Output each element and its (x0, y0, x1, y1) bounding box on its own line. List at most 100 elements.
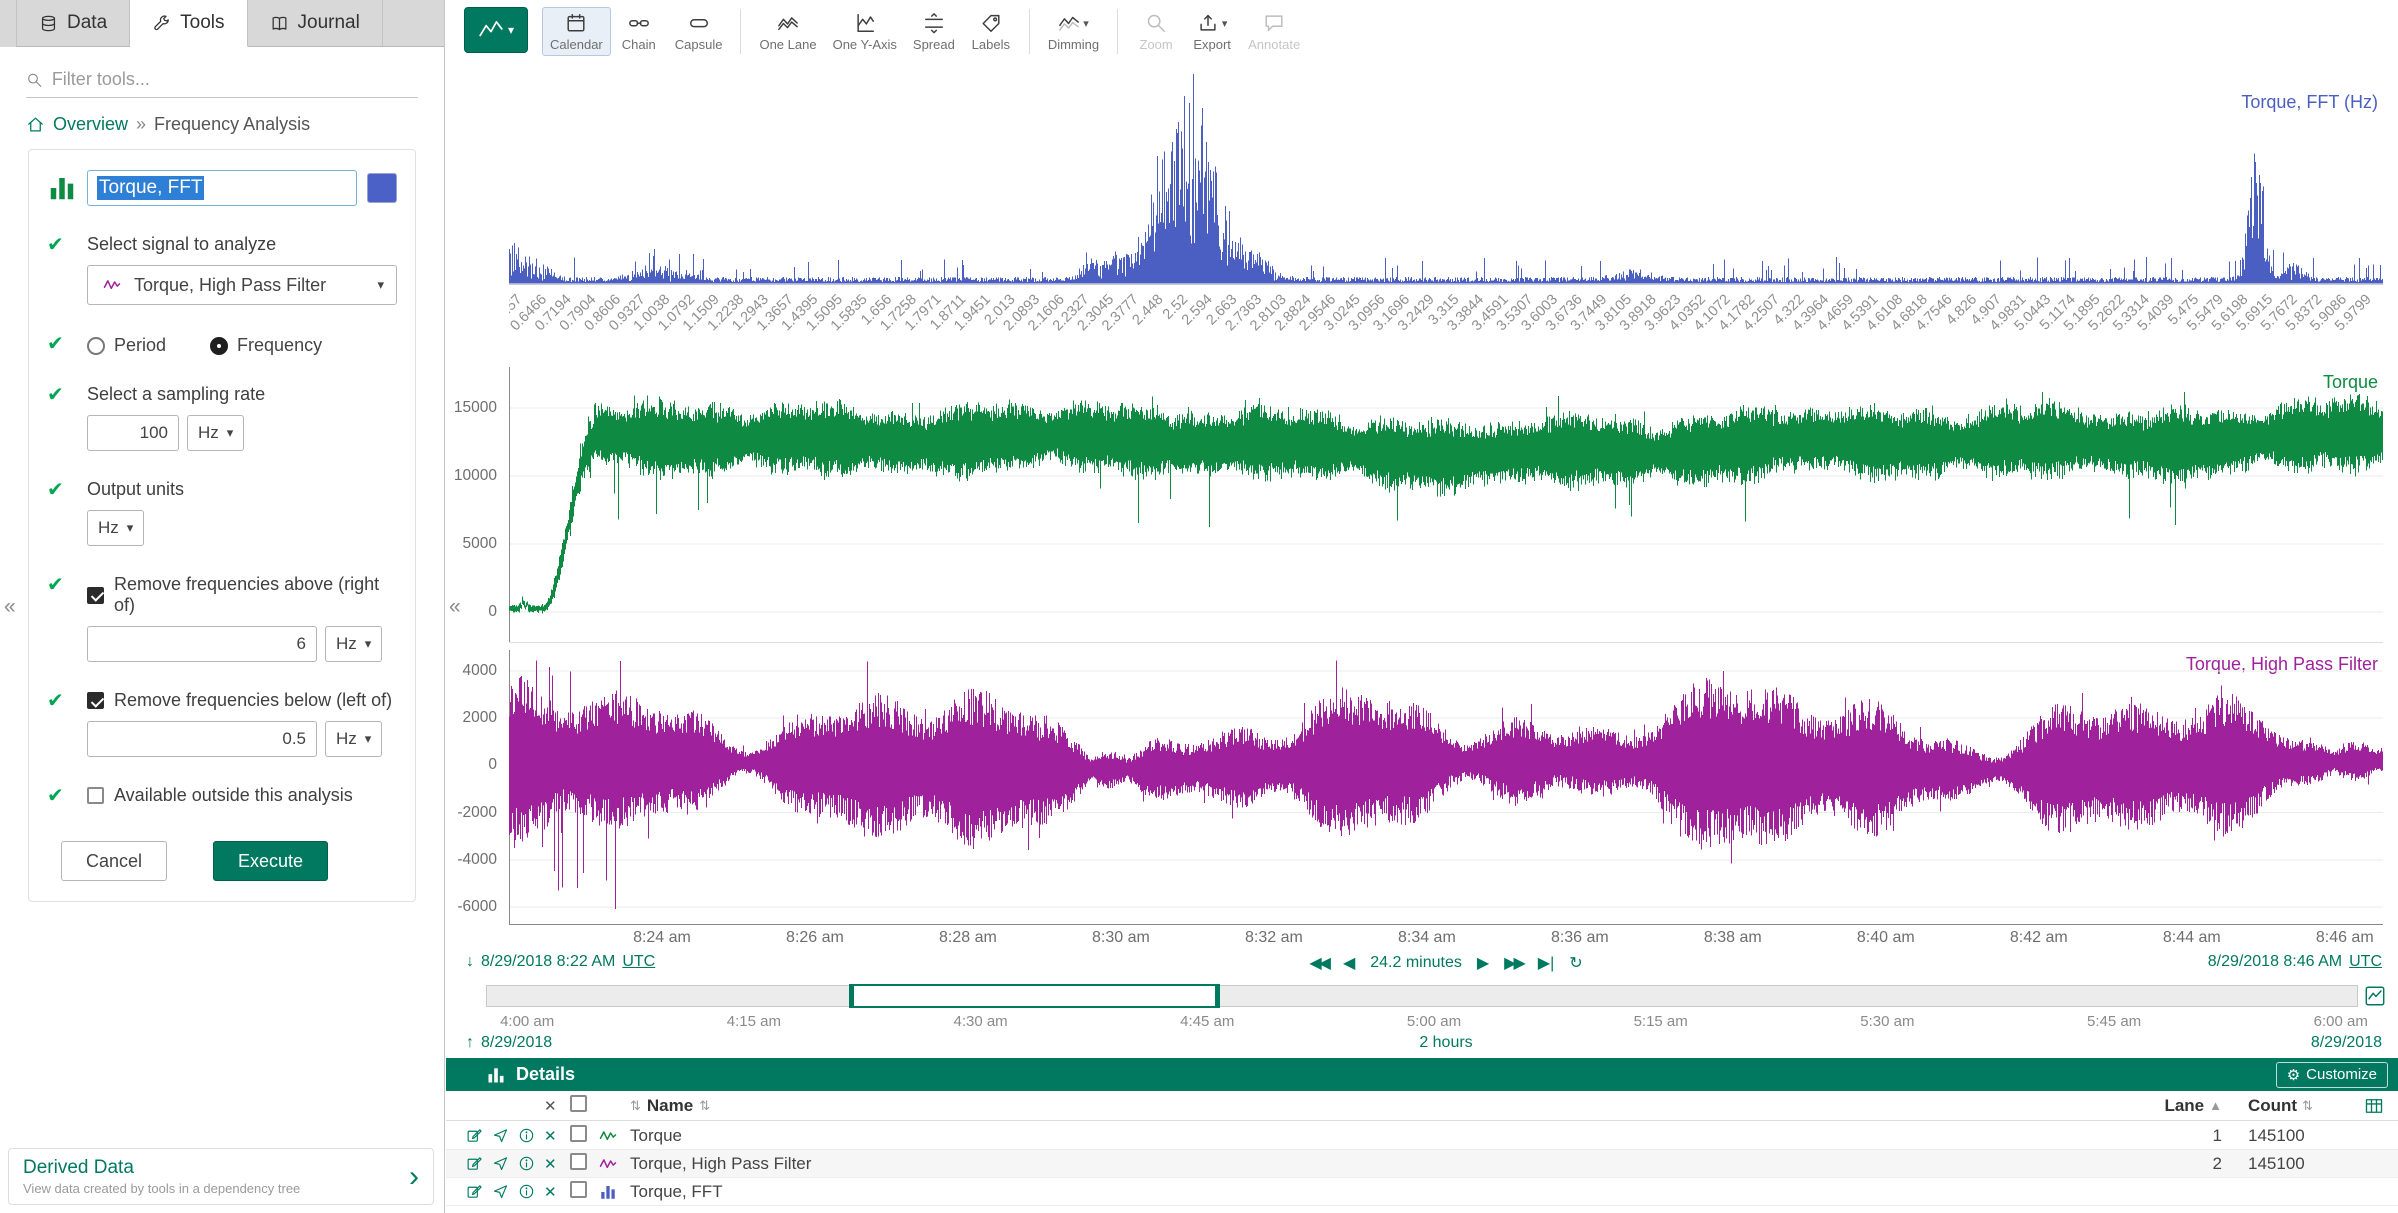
edit-icon[interactable] (466, 1155, 492, 1173)
edit-icon[interactable] (466, 1127, 492, 1145)
duration-label[interactable]: 24.2 minutes (1370, 954, 1462, 972)
execute-button[interactable]: Execute (213, 841, 328, 881)
remove-above-input[interactable] (87, 626, 317, 662)
sort-icon[interactable]: ⇅ (630, 1098, 641, 1114)
collapse-panel-left-icon[interactable]: « (4, 596, 16, 617)
count-column-header[interactable]: Count (2248, 1096, 2297, 1116)
display-range-start[interactable]: ↓ 8/29/2018 8:22 AM UTC (466, 953, 655, 971)
toolbar-labels-button[interactable]: Labels (963, 7, 1019, 56)
signal-select[interactable]: Torque, High Pass Filter ▾ (87, 265, 397, 305)
pan-left-far-button[interactable]: ◀◀ (1309, 953, 1328, 973)
timezone-link[interactable]: UTC (2349, 953, 2382, 971)
customize-button[interactable]: ⚙ Customize (2276, 1062, 2388, 1088)
investigate-duration[interactable]: 2 hours (1419, 1034, 1472, 1052)
period-radio[interactable]: Period (87, 335, 166, 356)
capsule-icon (688, 11, 710, 35)
breadcrumb-overview[interactable]: Overview (53, 114, 128, 135)
color-swatch[interactable] (367, 173, 397, 203)
remove-below-input[interactable] (87, 721, 317, 757)
name-column-header[interactable]: Name (647, 1096, 693, 1116)
details-header: Details ⚙ Customize (446, 1058, 2398, 1091)
toolbar-spread-button[interactable]: Spread (905, 7, 963, 56)
annotate-icon (1263, 11, 1285, 35)
lane-column-header[interactable]: Lane (2164, 1096, 2204, 1116)
slider-chart-icon[interactable] (2364, 985, 2386, 1007)
y-tick-label: 15000 (446, 399, 497, 417)
pan-right-far-button[interactable]: ▶▶ (1504, 953, 1523, 973)
available-outside-checkbox[interactable] (87, 787, 104, 804)
row-checkbox[interactable] (570, 1153, 587, 1170)
toolbar-export-button[interactable]: ▾Export (1184, 7, 1240, 56)
slider-track[interactable] (486, 985, 2358, 1007)
toolbar-dimming-button[interactable]: ▾Dimming (1040, 7, 1107, 56)
hpf-chart[interactable] (509, 650, 2383, 925)
remove-icon[interactable]: ✕ (544, 1183, 570, 1201)
row-checkbox[interactable] (570, 1181, 587, 1198)
remove-icon[interactable]: ✕ (544, 1155, 570, 1173)
remove-below-unit-select[interactable]: Hz ▾ (325, 721, 382, 757)
sort-icon[interactable]: ⇅ (699, 1098, 710, 1114)
select-all-checkbox[interactable] (570, 1095, 587, 1112)
info-icon[interactable] (518, 1127, 544, 1145)
slider-window[interactable] (849, 984, 1220, 1008)
step-to-end-button[interactable]: ▶| (1538, 953, 1554, 973)
frequency-radio[interactable]: Frequency (210, 335, 322, 356)
forward-icon[interactable] (492, 1155, 518, 1173)
remove-above-checkbox[interactable] (87, 587, 104, 604)
wrench-icon (152, 14, 171, 33)
remove-all-icon[interactable]: ✕ (544, 1097, 570, 1115)
home-icon[interactable] (26, 115, 45, 134)
table-row[interactable]: ✕ Torque, FFT (446, 1178, 2398, 1206)
info-icon[interactable] (518, 1155, 544, 1173)
columns-icon[interactable] (2364, 1096, 2384, 1116)
toolbar-chain-button[interactable]: Chain (611, 7, 667, 56)
torque-chart[interactable] (509, 367, 2383, 643)
sort-ascending-icon[interactable]: ▲ (2209, 1098, 2222, 1113)
item-name[interactable]: Torque, FFT (630, 1182, 2152, 1202)
tab-tools[interactable]: Tools (130, 0, 247, 47)
remove-icon[interactable]: ✕ (544, 1127, 570, 1145)
slider-tick-label: 6:00 am (2314, 1013, 2368, 1030)
toolbar-capsule-button[interactable]: Capsule (667, 7, 731, 56)
pan-left-button[interactable]: ◀ (1343, 953, 1355, 973)
signal-icon (100, 276, 124, 294)
timezone-link[interactable]: UTC (622, 953, 655, 971)
refresh-button[interactable]: ↻ (1569, 953, 1582, 973)
tab-data[interactable]: Data (16, 0, 130, 47)
pan-right-button[interactable]: ▶ (1477, 953, 1489, 973)
toolbar-calendar-button[interactable]: Calendar (542, 7, 611, 56)
form-buttons: Cancel Execute (61, 841, 397, 881)
result-name-input[interactable]: Torque, FFT (87, 170, 357, 206)
cancel-button[interactable]: Cancel (61, 841, 167, 881)
edit-icon[interactable] (466, 1183, 492, 1201)
remove-above-unit-select[interactable]: Hz ▾ (325, 626, 382, 662)
investigate-end-date[interactable]: 8/29/2018 (2311, 1034, 2382, 1052)
forward-icon[interactable] (492, 1183, 518, 1201)
row-checkbox[interactable] (570, 1125, 587, 1142)
sampling-unit-select[interactable]: Hz ▾ (187, 415, 244, 451)
toolbar-one-y-axis-button[interactable]: One Y-Axis (825, 7, 905, 56)
fft-chart[interactable] (509, 64, 2383, 285)
sampling-rate-input[interactable] (87, 415, 179, 451)
tab-journal[interactable]: Journal (248, 0, 383, 47)
investigate-start-date[interactable]: ↑ 8/29/2018 (466, 1034, 552, 1052)
item-name[interactable]: Torque, High Pass Filter (630, 1154, 2152, 1174)
display-mode-button[interactable]: ▾ (464, 7, 528, 53)
arrow-down-icon: ↓ (466, 953, 474, 971)
item-name[interactable]: Torque (630, 1126, 2152, 1146)
forward-icon[interactable] (492, 1127, 518, 1145)
search-input[interactable] (52, 69, 418, 90)
remove-below-checkbox[interactable] (87, 692, 104, 709)
table-row[interactable]: ✕Torque1145100 (446, 1122, 2398, 1150)
info-icon[interactable] (518, 1183, 544, 1201)
derived-data-panel[interactable]: Derived Data View data created by tools … (8, 1148, 434, 1205)
sidebar-tabs: Data Tools Journal (0, 0, 444, 47)
toolbar-separator (1117, 9, 1118, 54)
sort-icon[interactable]: ⇅ (2302, 1098, 2313, 1114)
toolbar-one-lane-button[interactable]: One Lane (751, 7, 824, 56)
x-tick-label: 8:32 am (1245, 929, 1303, 947)
toolbar-annotate-button: Annotate (1240, 7, 1308, 56)
table-row[interactable]: ✕Torque, High Pass Filter2145100 (446, 1150, 2398, 1178)
output-units-select[interactable]: Hz ▾ (87, 510, 144, 546)
display-range-end[interactable]: 8/29/2018 8:46 AM UTC (2208, 953, 2382, 971)
